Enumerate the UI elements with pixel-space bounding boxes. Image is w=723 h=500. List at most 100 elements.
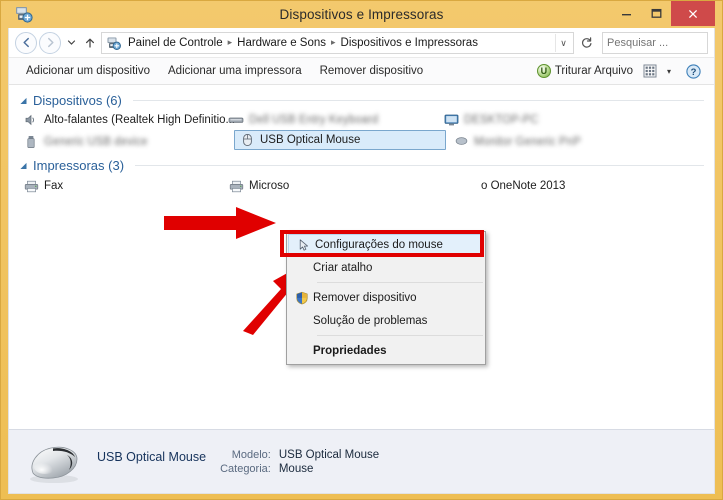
device-name: Generic USB device (44, 136, 148, 148)
details-title: USB Optical Mouse (97, 449, 207, 464)
printer-icon (23, 178, 39, 194)
printer-item-onenote[interactable]: o OneNote 2013 (477, 176, 569, 196)
menu-separator (317, 282, 483, 283)
menu-item-mouse-settings[interactable]: Configurações do mouse (288, 234, 484, 256)
breadcrumb-dropdown-button[interactable]: ∨ (555, 33, 571, 52)
details-info: USB Optical Mouse Modelo: USB Optical Mo… (97, 449, 379, 475)
usb-drive-icon (23, 134, 39, 150)
details-value: USB Optical Mouse (278, 448, 380, 461)
remove-device-button[interactable]: Remover dispositivo (311, 62, 433, 80)
window-client-area: Painel de Controle ▸ Hardware e Sons ▸ D… (8, 28, 715, 494)
shred-file-label: Triturar Arquivo (554, 65, 633, 77)
shred-file-button[interactable]: U Triturar Arquivo (532, 62, 638, 80)
forward-button[interactable] (39, 31, 61, 54)
close-button[interactable] (671, 1, 715, 26)
device-row: Generic USB device USB Optical Mouse Mon… (19, 130, 704, 156)
device-name: DESKTOP-PC (464, 114, 539, 126)
annotation-arrow-right (164, 207, 276, 239)
mouse-cursor-icon (293, 238, 315, 252)
svg-text:?: ? (690, 67, 696, 78)
speaker-icon (23, 112, 39, 128)
printer-row: Fax Microso o OneNote 2013 (19, 176, 704, 198)
collapse-triangle-icon[interactable]: ◢ (19, 96, 28, 105)
up-button[interactable] (81, 32, 99, 54)
monitor-icon (443, 112, 459, 128)
menu-item-label: Remover dispositivo (313, 291, 417, 304)
up-arrow-icon (85, 38, 95, 48)
add-device-button[interactable]: Adicionar um dispositivo (17, 62, 159, 80)
group-label-printers: Impressoras (3) (33, 158, 125, 173)
devices-printers-icon (107, 37, 121, 50)
mouse-photo (30, 446, 78, 483)
breadcrumb-item-1[interactable]: Hardware e Sons (234, 37, 329, 49)
breadcrumb-separator: ▸ (331, 37, 336, 47)
help-button[interactable]: ? (682, 63, 704, 79)
view-grid-icon (643, 64, 657, 78)
breadcrumb[interactable]: Painel de Controle ▸ Hardware e Sons ▸ D… (101, 31, 574, 54)
change-view-button[interactable] (640, 62, 660, 80)
keyboard-icon (228, 112, 244, 128)
printer-name: Microso (249, 180, 290, 192)
window-controls (611, 1, 715, 26)
minimize-button[interactable] (611, 1, 641, 26)
breadcrumb-separator: ▸ (227, 37, 233, 47)
menu-separator (317, 335, 483, 336)
back-button[interactable] (15, 31, 37, 54)
devices-list-area: ◢ Dispositivos (6) Alto-falantes (Realte… (9, 85, 714, 429)
menu-item-create-shortcut[interactable]: Criar atalho (287, 256, 485, 279)
menu-item-remove-device[interactable]: Remover dispositivo (287, 286, 485, 309)
window-title: Dispositivos e Impressoras (279, 7, 444, 22)
printer-name: o OneNote 2013 (481, 180, 566, 192)
mouse-icon (239, 132, 255, 148)
shred-badge-icon: U (536, 64, 551, 78)
details-value: Mouse (278, 462, 314, 475)
menu-item-properties[interactable]: Propriedades (287, 339, 485, 362)
device-name: USB Optical Mouse (260, 134, 361, 146)
device-item-keyboard[interactable]: Dell USB Entry Keyboard (224, 110, 439, 130)
details-fields: Modelo: USB Optical Mouse Categoria: Mou… (220, 449, 379, 475)
toolbar-right-group: U Triturar Arquivo ▾ ? (532, 62, 706, 80)
recent-locations-button[interactable] (63, 32, 79, 54)
menu-item-label: Criar atalho (313, 261, 373, 274)
context-menu: Configurações do mouse Criar atalho Remo… (286, 231, 486, 365)
search-box[interactable] (602, 31, 714, 54)
chevron-down-icon (67, 40, 75, 45)
maximize-button[interactable] (641, 1, 671, 26)
device-name: Alto-falantes (Realtek High Definitio... (44, 114, 236, 126)
title-bar: Dispositivos e Impressoras (8, 1, 715, 28)
details-key: Modelo: (231, 448, 271, 461)
menu-item-label: Propriedades (313, 344, 387, 357)
refresh-button[interactable] (576, 32, 596, 54)
minimize-icon (621, 14, 631, 16)
device-item-usb[interactable]: Generic USB device (19, 132, 224, 152)
group-rule (135, 165, 704, 166)
devices-printers-icon (16, 7, 33, 23)
back-arrow-icon (22, 37, 29, 48)
menu-item-label: Configurações do mouse (315, 239, 443, 251)
device-item-usb-optical-mouse[interactable]: USB Optical Mouse (234, 130, 446, 150)
help-icon: ? (685, 63, 701, 79)
device-item-speakers[interactable]: Alto-falantes (Realtek High Definitio... (19, 110, 235, 130)
printer-icon (228, 178, 244, 194)
maximize-icon (651, 8, 661, 18)
menu-item-troubleshoot[interactable]: Solução de problemas (287, 309, 485, 332)
breadcrumb-item-2[interactable]: Dispositivos e Impressoras (338, 37, 481, 49)
view-dropdown-button[interactable]: ▾ (662, 67, 676, 76)
devices-and-printers-window: Dispositivos e Impressoras Painel de Con… (0, 0, 723, 500)
group-header-printers[interactable]: ◢ Impressoras (3) (19, 158, 704, 173)
device-item-computer[interactable]: DESKTOP-PC (439, 110, 629, 130)
breadcrumb-item-0[interactable]: Painel de Controle (125, 37, 226, 49)
forward-arrow-icon (47, 37, 54, 48)
search-input[interactable] (607, 36, 714, 49)
printer-item-fax[interactable]: Fax (19, 176, 224, 196)
details-key: Categoria: (220, 462, 271, 475)
refresh-icon (581, 37, 591, 48)
group-header-devices[interactable]: ◢ Dispositivos (6) (19, 93, 704, 108)
group-label-devices: Dispositivos (6) (33, 93, 122, 108)
device-item-display[interactable]: Monitor Generic PnP (449, 132, 639, 152)
add-printer-button[interactable]: Adicionar uma impressora (159, 62, 311, 80)
command-toolbar: Adicionar um dispositivo Adicionar uma i… (9, 57, 714, 85)
collapse-triangle-icon[interactable]: ◢ (19, 161, 28, 170)
device-name: Monitor Generic PnP (474, 136, 581, 148)
printer-item-xps[interactable]: Microso (224, 176, 439, 196)
